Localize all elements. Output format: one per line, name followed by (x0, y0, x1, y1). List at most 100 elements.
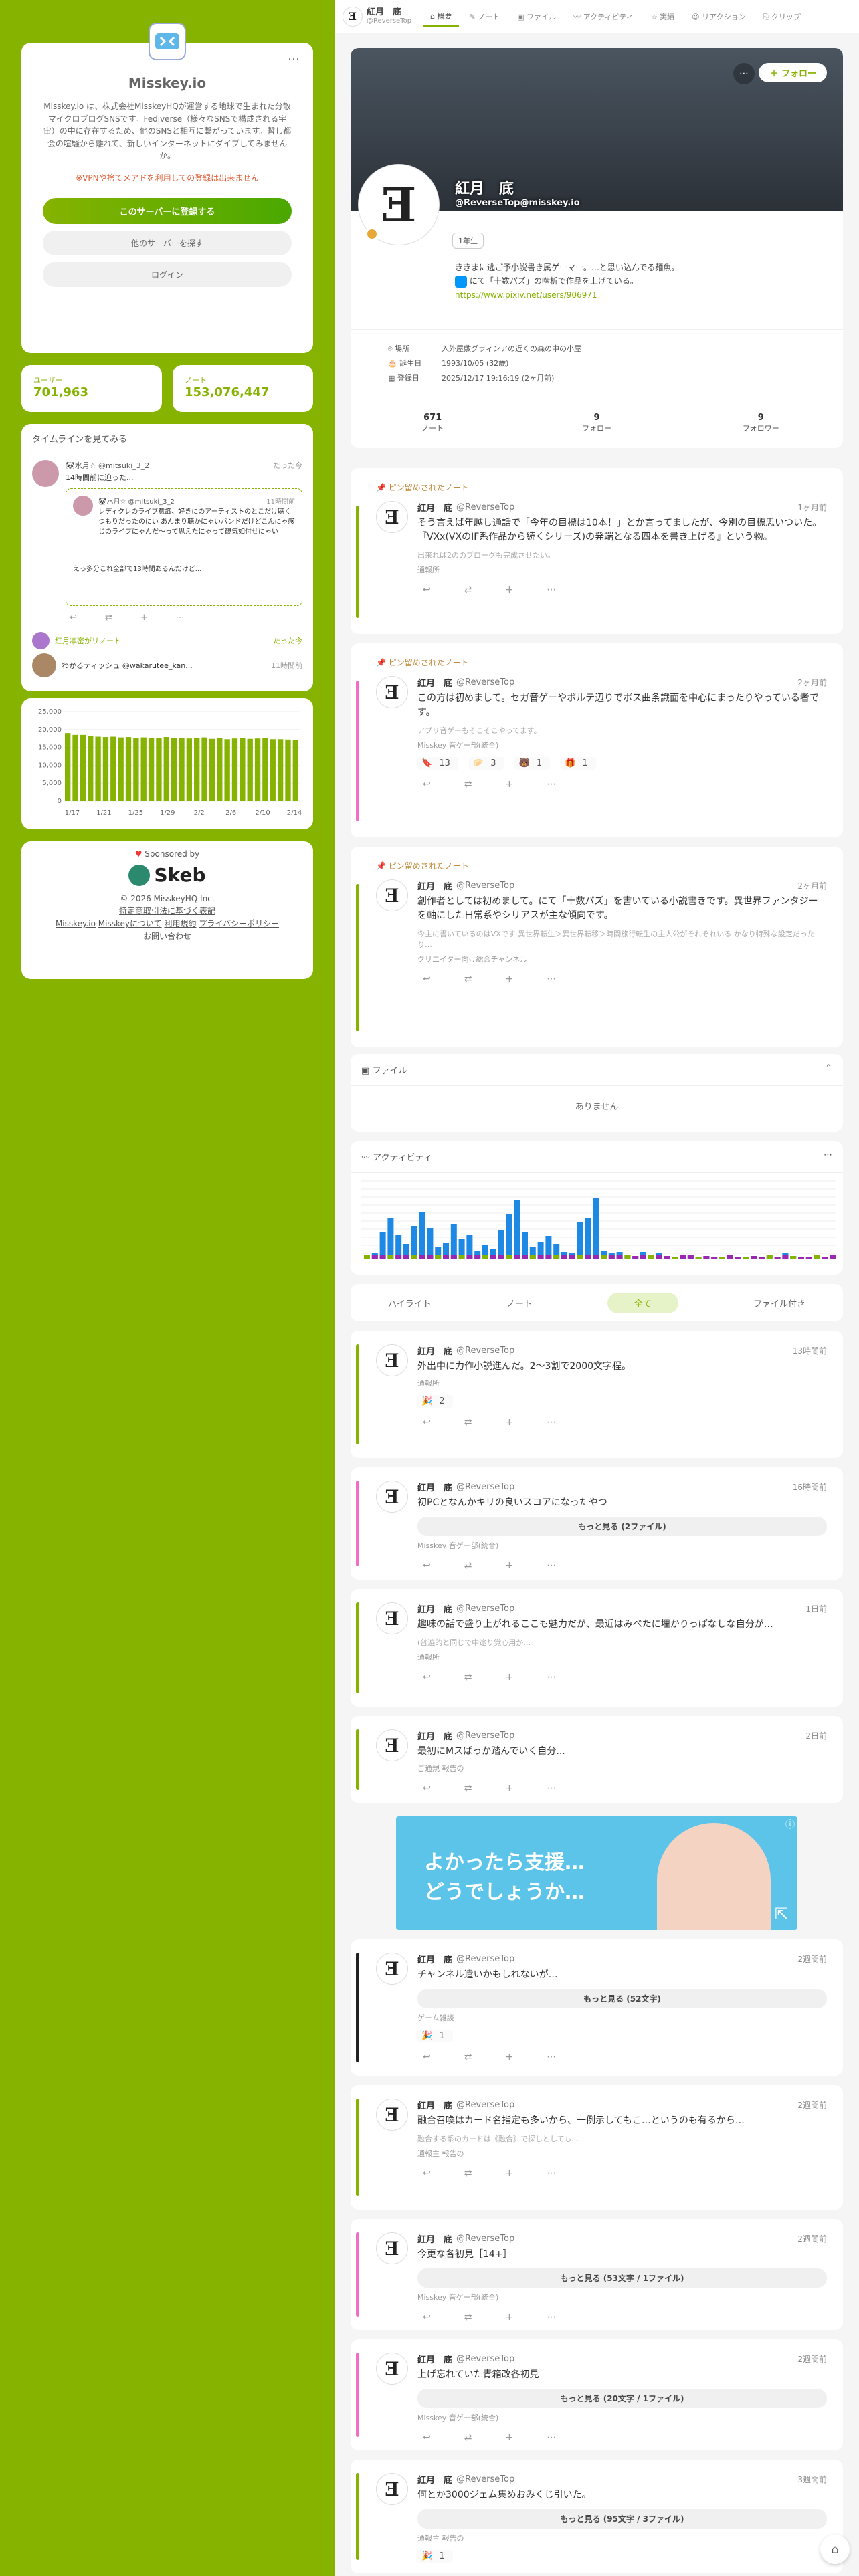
more-icon[interactable]: ⋯ (176, 613, 185, 623)
more-icon[interactable]: ⋯ (547, 1783, 556, 1794)
footer-link[interactable]: お問い合わせ (143, 932, 191, 941)
avatar[interactable]: Ǝ (376, 2099, 408, 2131)
timeline-title[interactable]: タイムラインを見てみる (21, 424, 313, 453)
tab-notes[interactable]: ノート (506, 1297, 533, 1309)
tab-with-files[interactable]: ファイル付き (753, 1297, 805, 1309)
footer-link[interactable]: Misskey.io (56, 919, 96, 928)
renote-icon[interactable]: ⇄ (464, 974, 472, 984)
ad-banner[interactable]: よかったら支援… どうでしょうか… ⇱ ⓘ (396, 1816, 797, 1930)
renote-icon[interactable]: ⇄ (464, 2432, 472, 2443)
channel-label[interactable]: 通報所 (417, 1378, 827, 1388)
plus-icon[interactable]: + (505, 584, 513, 595)
tab-reactions[interactable]: ☺ リアクション (685, 7, 752, 26)
more-icon[interactable]: ⋯ (547, 584, 556, 595)
renote-icon[interactable]: ⇄ (464, 2052, 472, 2062)
reply-icon[interactable]: ↩ (423, 1672, 431, 1683)
renote-icon[interactable]: ⇄ (464, 1560, 472, 1571)
signup-button[interactable]: このサーバーに登録する (43, 197, 292, 224)
reply-icon[interactable]: ↩ (423, 1560, 431, 1571)
plus-icon[interactable]: + (505, 1672, 513, 1683)
channel-label[interactable]: Misskey 音ゲー部(統合) (417, 2412, 827, 2423)
renote-icon[interactable]: ⇄ (464, 2312, 472, 2323)
renote-icon[interactable]: ⇄ (464, 1783, 472, 1794)
renote-icon[interactable]: ⇄ (464, 779, 472, 790)
reply-icon[interactable]: ↩ (423, 2168, 431, 2179)
renote-icon[interactable]: ⇄ (464, 2168, 472, 2179)
show-more-button[interactable]: もっと見る (53文字 / 1ファイル) (417, 2268, 827, 2288)
notes-count-link[interactable]: 671 ノート (351, 403, 514, 448)
more-icon[interactable]: ⋯ (547, 1417, 556, 1428)
channel-label[interactable]: ゲーム雑談 (417, 2012, 827, 2023)
chevron-up-icon[interactable]: ⌃ (825, 1063, 832, 1076)
more-icon[interactable]: ⋯ (733, 63, 755, 84)
channel-label[interactable]: Misskey 音ゲー部(統合) (417, 2292, 827, 2302)
reply-icon[interactable]: ↩ (423, 2432, 431, 2443)
avatar[interactable]: Ǝ (376, 2353, 408, 2385)
show-more-button[interactable]: もっと見る (2ファイル) (417, 1517, 827, 1536)
avatar[interactable]: Ǝ (376, 879, 408, 911)
tab-activity[interactable]: 〰 アクティビティ (567, 7, 640, 26)
tab-overview[interactable]: ⌂ 概要 (423, 7, 459, 27)
avatar[interactable]: Ǝ (376, 2232, 408, 2264)
reply-icon[interactable]: ↩ (423, 2052, 431, 2062)
home-button[interactable]: ⌂ (820, 2535, 850, 2564)
explore-button[interactable]: 他のサーバーを探す (43, 230, 292, 255)
more-icon[interactable]: ⋯ (547, 1672, 556, 1683)
reaction[interactable]: 🎉 1 (417, 2550, 453, 2563)
show-more-button[interactable]: もっと見る (95文字 / 3ファイル) (417, 2509, 827, 2529)
reply-icon[interactable]: ↩ (423, 974, 431, 984)
channel-label[interactable]: Misskey 音ゲー部(統合) (417, 740, 827, 750)
footer-link[interactable]: 利用規約 (164, 919, 196, 928)
reaction[interactable]: 🥟 3 (468, 757, 504, 770)
show-more-button[interactable]: もっと見る (20文字 / 1ファイル) (417, 2389, 827, 2408)
more-icon[interactable]: ⋯ (547, 2572, 556, 2573)
tab-files[interactable]: ▣ ファイル (510, 7, 563, 26)
renote-icon[interactable]: ⇄ (464, 2572, 472, 2573)
followers-count-link[interactable]: 9 フォロワー (679, 403, 843, 448)
reaction[interactable]: 🎁 1 (561, 757, 596, 770)
files-header[interactable]: ▣ ファイル ⌃ (351, 1054, 843, 1086)
following-count-link[interactable]: 9 フォロー (514, 403, 678, 448)
avatar[interactable]: Ǝ (376, 501, 408, 533)
reply-icon[interactable]: ↩ (423, 2572, 431, 2573)
law-link[interactable]: 特定商取引法に基づく表記 (21, 905, 313, 916)
channel-label[interactable]: クリエイター向け総合チャンネル (417, 954, 827, 964)
plus-icon[interactable]: + (505, 2572, 513, 2573)
plus-icon[interactable]: + (505, 1417, 513, 1428)
external-link-icon[interactable]: ⇱ (775, 1905, 788, 1923)
avatar[interactable]: Ǝ (376, 1344, 408, 1376)
reaction[interactable]: 🔖 13 (417, 757, 458, 770)
renote-icon[interactable]: ⇄ (105, 613, 112, 623)
renote-icon[interactable]: ⇄ (464, 1672, 472, 1683)
reply-icon[interactable]: ↩ (423, 1783, 431, 1794)
plus-icon[interactable]: + (505, 2432, 513, 2443)
tab-notes[interactable]: ✎ ノート (463, 7, 507, 26)
plus-icon[interactable]: + (505, 2168, 513, 2179)
channel-label[interactable]: 通報主 報告の (417, 2148, 827, 2159)
tab-all[interactable]: 全て (607, 1292, 678, 1313)
channel-label[interactable]: ご通規 報告の (417, 1763, 827, 1774)
profile-link[interactable]: https://www.pixiv.net/users/906971 (455, 288, 830, 302)
reply-icon[interactable]: ↩ (423, 584, 431, 595)
menu-icon[interactable]: ⋯ (288, 52, 300, 66)
avatar[interactable]: Ǝ (376, 1481, 408, 1513)
plus-icon[interactable]: + (505, 2312, 513, 2323)
channel-label[interactable]: 通報主 報告の (417, 2533, 827, 2543)
avatar[interactable]: Ǝ (376, 1729, 408, 1761)
channel-label[interactable]: Misskey 音ゲー部(統合) (417, 1540, 827, 1551)
avatar[interactable]: Ǝ (376, 2473, 408, 2505)
more-icon[interactable]: ⋯ (547, 1560, 556, 1571)
reaction[interactable]: 🎉 2 (417, 1395, 453, 1408)
plus-icon[interactable]: + (505, 2052, 513, 2062)
follow-button[interactable]: ＋ フォロー (759, 63, 827, 82)
show-more-button[interactable]: もっと見る (52文字) (417, 1989, 827, 2008)
tab-highlight[interactable]: ハイライト (388, 1297, 432, 1309)
footer-link[interactable]: プライバシーポリシー (199, 919, 279, 928)
more-icon[interactable]: ⋯ (547, 2432, 556, 2443)
tab-clips[interactable]: ⎘ クリップ (757, 7, 807, 26)
reaction[interactable]: 🐻 1 (514, 757, 551, 770)
plus-icon[interactable]: + (505, 779, 513, 790)
more-icon[interactable]: ⋯ (547, 2168, 556, 2179)
footer-link[interactable]: Misskeyについて (98, 919, 162, 928)
plus-icon[interactable]: + (505, 1560, 513, 1571)
